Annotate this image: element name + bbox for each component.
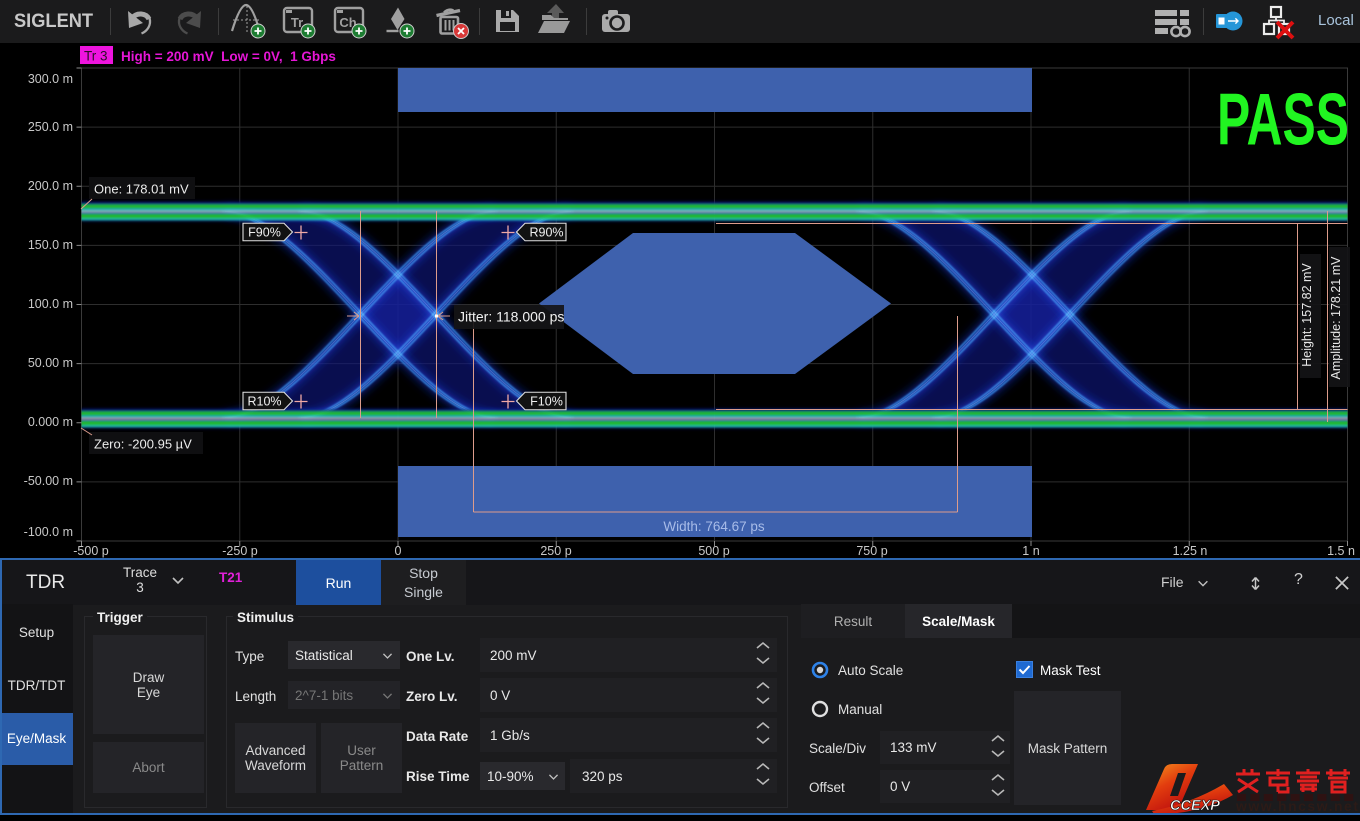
svg-text:PASS: PASS [1217,80,1349,161]
svg-text:750 p: 750 p [856,544,887,558]
svg-text:F10%: F10% [530,395,563,409]
svg-text:200.0 m: 200.0 m [28,179,73,193]
svg-text:Tr 3: Tr 3 [84,49,108,64]
svg-text:R90%: R90% [529,226,563,240]
svg-text:0: 0 [395,544,402,558]
svg-text:50.00 m: 50.00 m [28,356,73,370]
svg-text:0.000 m: 0.000 m [28,415,73,429]
svg-text:1.5 n: 1.5 n [1327,544,1355,558]
svg-text:1.25 n: 1.25 n [1173,544,1208,558]
svg-text:F90%: F90% [248,226,281,240]
svg-text:Zero: -200.95 µV: Zero: -200.95 µV [94,437,192,452]
svg-text:250 p: 250 p [540,544,571,558]
svg-text:R10%: R10% [247,395,281,409]
svg-text:One: 178.01 mV: One: 178.01 mV [94,182,189,197]
svg-text:-500 p: -500 p [73,544,108,558]
svg-text:500 p: 500 p [698,544,729,558]
svg-text:100.0 m: 100.0 m [28,297,73,311]
svg-text:-250 p: -250 p [222,544,257,558]
svg-text:150.0 m: 150.0 m [28,238,73,252]
svg-text:1 n: 1 n [1022,544,1039,558]
svg-text:250.0 m: 250.0 m [28,120,73,134]
svg-text:Amplitude: 178.21 mV: Amplitude: 178.21 mV [1329,256,1343,380]
svg-text:-100.0 m: -100.0 m [24,525,73,539]
svg-text:-50.00 m: -50.00 m [24,474,73,488]
svg-text:Width: 764.67 ps: Width: 764.67 ps [663,519,765,534]
svg-text:Height: 157.82 mV: Height: 157.82 mV [1300,263,1314,367]
svg-text:300.0 m: 300.0 m [28,72,73,86]
svg-text:High = 200 mV Low = 0V, 1 Gb: High = 200 mV Low = 0V, 1 Gbps [121,49,336,64]
svg-text:Jitter: 118.000 ps: Jitter: 118.000 ps [458,309,564,325]
